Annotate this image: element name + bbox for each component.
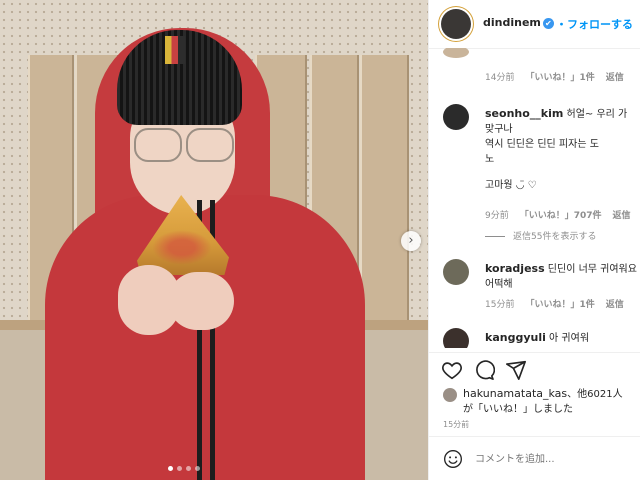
avatar[interactable]	[443, 388, 457, 402]
comment-meta: 15分前 「いいね！」1件 返信	[485, 297, 624, 310]
avatar[interactable]	[441, 9, 471, 39]
glasses	[130, 128, 235, 164]
heart-icon[interactable]	[441, 359, 463, 381]
comment-meta: 14分前 「いいね！」1件 返信	[485, 70, 624, 83]
follow-button[interactable]: ・フォローする	[556, 16, 633, 32]
comments-list: 14分前 「いいね！」1件 返信 seonho__kim 허얼~ 우리 가 맞구…	[429, 48, 640, 348]
comment-time: 15分前	[485, 300, 515, 310]
comment-meta: 9分前 「いいね！」707件 返信	[485, 208, 631, 221]
post-header: dindinem ✔ ・フォローする	[429, 0, 640, 49]
comment-time: 9分前	[485, 211, 509, 221]
avatar[interactable]	[443, 104, 469, 130]
right-hand	[168, 272, 234, 330]
comment-input[interactable]	[475, 449, 635, 469]
pizza-topping	[152, 230, 212, 265]
comment-username[interactable]: koradjess	[485, 262, 545, 275]
comment-time: 14分前	[485, 73, 515, 83]
username-text[interactable]: dindinem	[483, 16, 541, 29]
carousel-dot	[186, 466, 191, 471]
avatar[interactable]	[443, 48, 469, 58]
reply-button[interactable]: 返信	[606, 70, 624, 83]
post-username[interactable]: dindinem ✔	[483, 16, 554, 29]
comment-likes[interactable]: 「いいね！」1件	[525, 70, 594, 83]
comment-text: koradjess 딘딘이 너무 귀여워요 어떡해	[485, 261, 637, 292]
post-photo: ›	[0, 0, 428, 480]
beanie-tag	[165, 36, 185, 64]
carousel-dot	[168, 466, 173, 471]
liker-username[interactable]: hakunamatata_kas	[463, 387, 567, 400]
verified-icon: ✔	[542, 17, 554, 29]
wall-panel	[360, 55, 409, 320]
view-replies-button[interactable]: 返信55件を表示する	[485, 229, 596, 242]
reply-button[interactable]: 返信	[613, 208, 631, 221]
add-comment-bar	[429, 436, 640, 481]
carousel-dot	[177, 466, 182, 471]
post-time: 15分前	[443, 420, 470, 429]
post-actions	[429, 352, 640, 387]
comment-username[interactable]: kanggyuli	[485, 331, 546, 344]
avatar[interactable]	[443, 259, 469, 285]
comment-icon[interactable]	[473, 359, 495, 381]
smile-icon[interactable]	[443, 449, 463, 469]
comment-body: 아 귀여워	[545, 333, 590, 344]
comment-text: seonho__kim 허얼~ 우리 가 맞구나 역시 딘딘은 딘딘 피자는 도…	[485, 106, 637, 167]
post-side-panel: dindinem ✔ ・フォローする 14分前 「いいね！」1件 返信 seonh…	[428, 0, 640, 480]
carousel-dot	[195, 466, 200, 471]
reply-button[interactable]: 返信	[606, 297, 624, 310]
comment-username[interactable]: seonho__kim	[485, 107, 563, 120]
comment-likes[interactable]: 「いいね！」707件	[520, 208, 602, 221]
share-icon[interactable]	[505, 359, 527, 381]
avatar[interactable]	[443, 328, 469, 348]
next-arrow-icon[interactable]: ›	[401, 231, 421, 251]
comment-body: 고마웡 ◡̈ ♡	[485, 180, 537, 191]
carousel-dots	[168, 466, 200, 471]
comment-text: kanggyuli 아 귀여워	[485, 330, 637, 346]
comment-likes[interactable]: 「いいね！」1件	[525, 297, 594, 310]
likes-text: hakunamatata_kas、他6021人 が「いいね！」しました	[463, 386, 633, 417]
